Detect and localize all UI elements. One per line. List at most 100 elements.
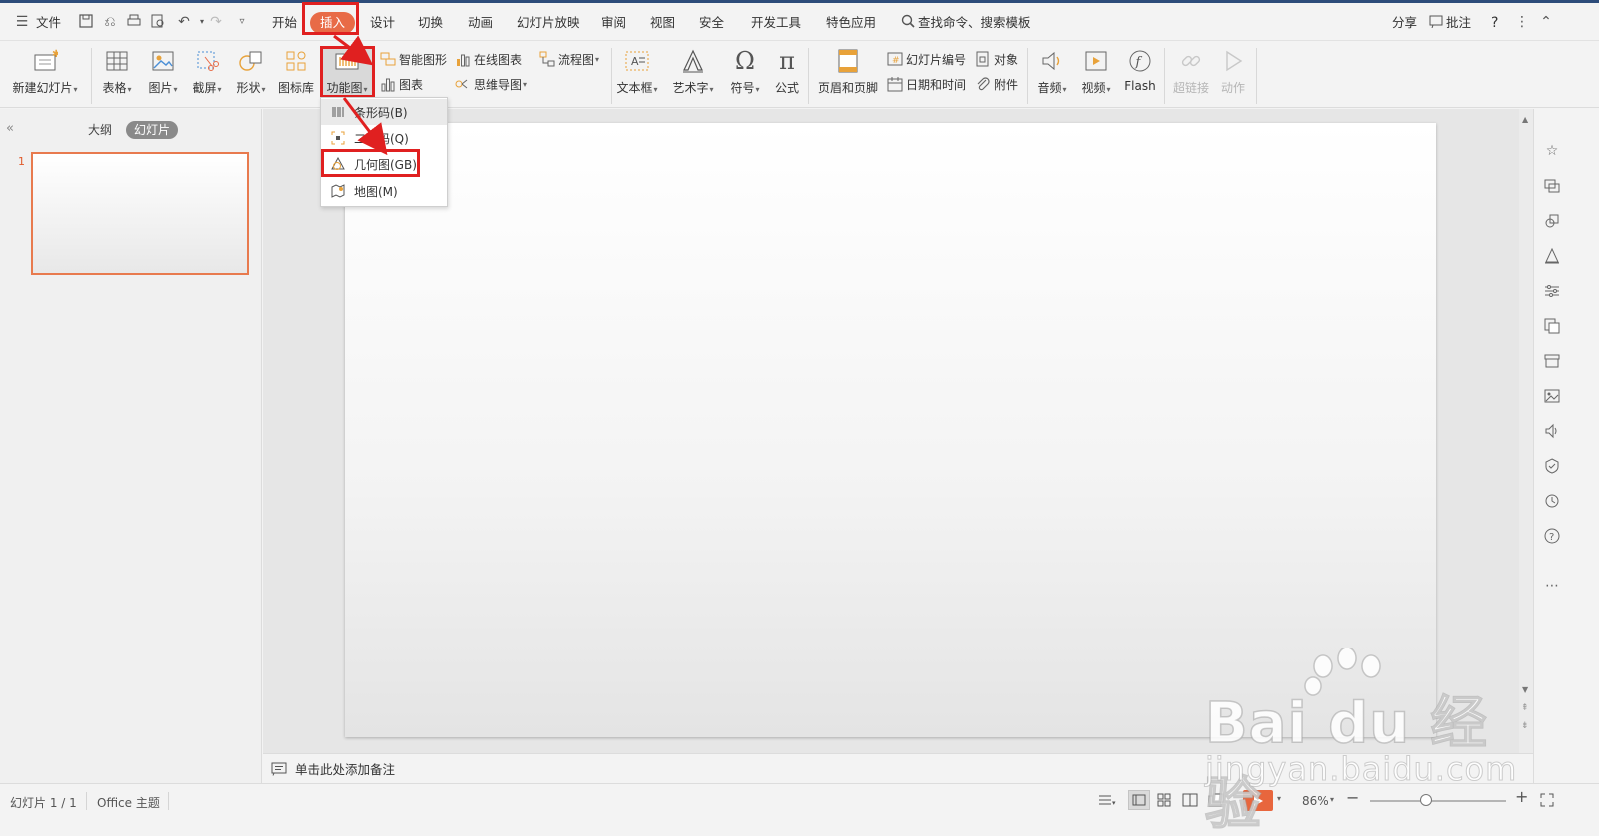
- object-button[interactable]: 对象: [975, 49, 1018, 69]
- format-painter-icon[interactable]: ⎌: [102, 14, 118, 30]
- video-icon: [1082, 47, 1110, 75]
- archive-icon[interactable]: [1543, 352, 1561, 370]
- shield-icon[interactable]: [1543, 457, 1561, 475]
- collapse-ribbon-icon[interactable]: ⌃: [1538, 14, 1554, 30]
- wordart-button[interactable]: 艺术字▾: [670, 47, 716, 103]
- print-icon[interactable]: [126, 14, 142, 30]
- hyperlink-button[interactable]: 超链接: [1170, 47, 1212, 103]
- tab-animation[interactable]: 动画: [464, 12, 497, 34]
- history-icon[interactable]: [1543, 492, 1561, 510]
- video-label: 视频: [1081, 81, 1106, 95]
- shape-label: 形状: [236, 81, 261, 95]
- map-label: 地图(M): [354, 184, 398, 199]
- copy-slide-icon[interactable]: [1543, 317, 1561, 335]
- map-menu-item[interactable]: 地图(M): [321, 178, 447, 204]
- tab-developer[interactable]: 开发工具: [747, 12, 805, 34]
- flowchart-button[interactable]: 流程图 ▾: [539, 49, 599, 69]
- comment-button[interactable]: 批注: [1442, 12, 1475, 34]
- help-button[interactable]: ?: [1487, 12, 1502, 34]
- print-preview-icon[interactable]: [150, 14, 166, 30]
- save-icon[interactable]: [78, 14, 94, 30]
- layout-icon[interactable]: [1543, 177, 1561, 195]
- tab-security[interactable]: 安全: [695, 12, 728, 34]
- shape-button[interactable]: 形状▾: [231, 47, 271, 103]
- scroll-down-icon[interactable]: ▼: [1522, 685, 1528, 694]
- smart-art-label: 智能图形: [399, 52, 448, 67]
- slide-number-button[interactable]: # 幻灯片编号: [887, 49, 966, 69]
- ribbon-separator: [1027, 48, 1028, 104]
- header-footer-button[interactable]: 页眉和页脚: [815, 47, 881, 103]
- command-search[interactable]: 查找命令、搜索模板: [914, 12, 1035, 34]
- tab-special-apps[interactable]: 特色应用: [822, 12, 880, 34]
- attachment-button[interactable]: 附件: [975, 74, 1018, 94]
- slide-thumbnail[interactable]: [31, 152, 249, 275]
- text-style-icon[interactable]: [1543, 247, 1561, 265]
- table-icon: [103, 47, 131, 75]
- tab-slideshow[interactable]: 幻灯片放映: [513, 12, 584, 34]
- table-button[interactable]: 表格▾: [97, 47, 137, 103]
- help-circle-icon[interactable]: ?: [1543, 527, 1561, 545]
- mind-map-button[interactable]: 思维导图 ▾: [455, 74, 527, 94]
- chart-button[interactable]: 图表: [380, 74, 423, 94]
- tab-view[interactable]: 视图: [646, 12, 679, 34]
- screenshot-button[interactable]: 截屏▾: [187, 47, 227, 103]
- status-separator: [86, 792, 87, 810]
- customize-toolbar-icon[interactable]: ▿: [234, 14, 250, 30]
- collapse-pane-icon[interactable]: «: [6, 121, 14, 136]
- reading-view-icon[interactable]: [1182, 793, 1198, 810]
- smart-art-button[interactable]: 智能图形: [380, 49, 447, 69]
- scroll-up-icon[interactable]: ▲: [1522, 115, 1528, 124]
- action-button[interactable]: 动作: [1214, 47, 1252, 103]
- redo-icon[interactable]: ↷: [208, 14, 224, 30]
- previous-slide-icon[interactable]: ⇞: [1521, 703, 1529, 713]
- sorter-view-icon[interactable]: [1157, 793, 1171, 810]
- undo-icon[interactable]: ↶: [176, 14, 192, 30]
- geometry-item-highlight: [321, 149, 420, 177]
- picture-button[interactable]: 图片▾: [143, 47, 183, 103]
- volume-icon[interactable]: [1543, 422, 1561, 440]
- picture-icon: [149, 47, 177, 75]
- sliders-icon[interactable]: [1543, 282, 1561, 300]
- tab-transition[interactable]: 切换: [414, 12, 447, 34]
- new-slide-button[interactable]: ✱ 新建幻灯片▾: [8, 47, 82, 103]
- svg-text:f: f: [1135, 55, 1143, 70]
- icon-library-button[interactable]: 图标库: [275, 47, 317, 103]
- textbox-button[interactable]: A 文本框▾: [614, 47, 660, 103]
- next-slide-icon[interactable]: ⇟: [1521, 721, 1529, 731]
- more-options-icon[interactable]: ⋮: [1514, 14, 1530, 30]
- normal-view-icon[interactable]: [1128, 790, 1150, 810]
- share-button[interactable]: 分享: [1388, 12, 1421, 34]
- tab-review[interactable]: 审阅: [597, 12, 630, 34]
- vertical-scrollbar[interactable]: ▲ ▼ ⇞ ⇟: [1519, 109, 1533, 753]
- barcode-label: 条形码(B): [354, 105, 408, 120]
- new-slide-label: 新建幻灯片: [12, 81, 73, 95]
- video-button[interactable]: 视频▾: [1077, 47, 1115, 103]
- online-chart-button[interactable]: 在线图表: [455, 49, 522, 69]
- formula-button[interactable]: π 公式: [770, 47, 804, 103]
- file-menu[interactable]: 文件: [32, 12, 65, 34]
- fit-window-icon[interactable]: [1540, 793, 1554, 810]
- audio-button[interactable]: 音频▾: [1033, 47, 1071, 103]
- notes-toggle-icon[interactable]: ▾: [1097, 793, 1117, 812]
- star-icon[interactable]: ☆: [1543, 142, 1561, 160]
- tab-outline[interactable]: 大纲: [80, 121, 120, 139]
- slide-number-icon: #: [887, 51, 903, 67]
- barcode-menu-item[interactable]: 条形码(B): [321, 99, 447, 125]
- image-icon[interactable]: [1543, 387, 1561, 405]
- more-icon[interactable]: ⋯: [1543, 577, 1561, 595]
- symbol-button[interactable]: Ω 符号▾: [726, 47, 764, 103]
- shape-style-icon[interactable]: [1543, 212, 1561, 230]
- flash-button[interactable]: f Flash: [1121, 47, 1159, 103]
- smart-art-icon: [380, 51, 396, 67]
- scissors-icon: [193, 47, 221, 75]
- slide-canvas[interactable]: [345, 123, 1436, 737]
- qrcode-menu-item[interactable]: 二维码(Q): [321, 125, 447, 151]
- datetime-button[interactable]: 日期和时间: [887, 74, 966, 94]
- tab-home[interactable]: 开始: [268, 12, 301, 34]
- tab-design[interactable]: 设计: [366, 12, 399, 34]
- zoom-in-button[interactable]: +: [1515, 787, 1528, 806]
- menu-bar: ☰ 文件 ⎌ ↶ ▾ ↷ ▿ 开始 插入 设计 切换 动画 幻灯片放映 审阅 视…: [0, 3, 1599, 41]
- object-label: 对象: [994, 52, 1019, 67]
- hamburger-menu-icon[interactable]: ☰: [14, 14, 30, 30]
- tab-slides[interactable]: 幻灯片: [126, 121, 179, 139]
